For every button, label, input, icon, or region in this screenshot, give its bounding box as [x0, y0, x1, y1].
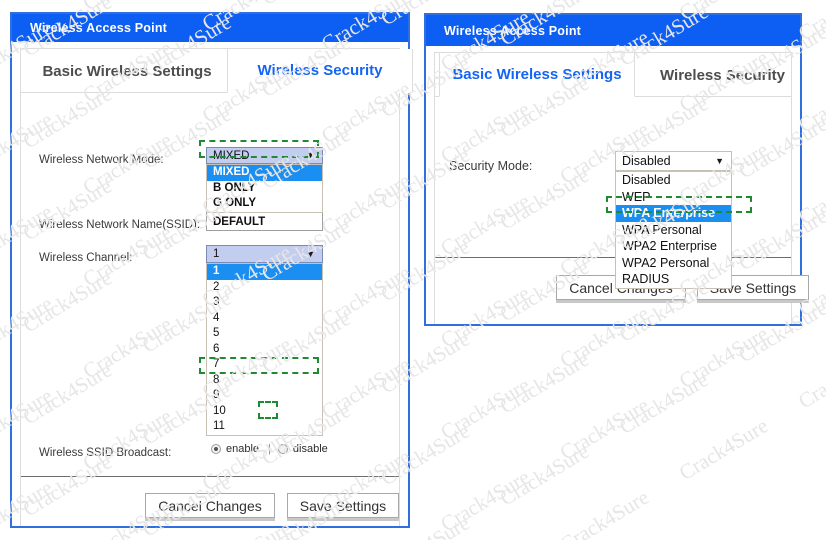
chevron-down-icon-network-mode: ▼ [306, 150, 315, 160]
select-wireless-channel[interactable]: 1 ▼ [206, 245, 323, 263]
wireless-channel-option[interactable]: 8 [207, 373, 322, 389]
radio-ssid-broadcast-enable[interactable] [211, 444, 221, 454]
tab-wireless-security-right[interactable]: Wireless Security [635, 53, 810, 97]
window-body-right: Basic Wireless Settings Wireless Securit… [426, 46, 809, 324]
wireless-access-point-window-right: Wireless Access Point Basic Wireless Set… [424, 13, 809, 326]
window-body-left: Basic Wireless Settings Wireless Securit… [12, 42, 413, 526]
tabbar-left: Basic Wireless Settings Wireless Securit… [21, 49, 413, 93]
select-security-mode-value: Disabled [622, 154, 671, 168]
content-frame-left: Basic Wireless Settings Wireless Securit… [20, 48, 413, 526]
select-wireless-network-mode-value: MIXED [213, 149, 250, 162]
window-titlebar-right: Wireless Access Point [426, 15, 800, 46]
chevron-down-icon-security-mode: ▼ [715, 155, 724, 166]
security-mode-option[interactable]: WPA2 Personal [616, 255, 731, 272]
wireless-channel-option[interactable]: 9 [207, 388, 322, 404]
chevron-down-icon-wireless-channel: ▼ [306, 248, 315, 259]
radio-group-ssid-broadcast: enable | disable [211, 443, 328, 455]
window-title-left: Wireless Access Point [30, 21, 168, 35]
label-wireless-channel: Wireless Channel: [39, 252, 133, 264]
wireless-access-point-window-left: Wireless Access Point Basic Wireless Set… [10, 12, 413, 528]
wireless-channel-option[interactable]: 6 [207, 342, 322, 358]
dropdown-list-security-mode[interactable]: Disabled WEP WPA Enterprise WPA Personal WPA… [615, 171, 732, 289]
label-wireless-ssid-broadcast: Wireless SSID Broadcast: [39, 447, 172, 459]
radio-label-enable: enable [226, 443, 260, 455]
label-security-mode: Security Mode: [449, 159, 533, 173]
footer-divider-left [21, 476, 399, 477]
tab-basic-wireless-settings-left[interactable]: Basic Wireless Settings [27, 49, 227, 93]
wireless-channel-option[interactable]: 10 [207, 404, 322, 420]
window-title-right: Wireless Access Point [444, 23, 582, 38]
security-mode-option[interactable]: WPA2 Enterprise [616, 238, 731, 255]
wireless-channel-option[interactable]: 11 [207, 419, 322, 435]
wireless-channel-option[interactable]: 3 [207, 295, 322, 311]
wireless-network-mode-option[interactable]: G ONLY [207, 196, 322, 212]
security-mode-option[interactable]: RADIUS [616, 271, 731, 288]
wireless-channel-option[interactable]: 2 [207, 280, 322, 296]
content-frame-right: Basic Wireless Settings Wireless Securit… [434, 52, 809, 324]
radio-ssid-broadcast-disable[interactable] [277, 444, 288, 454]
window-titlebar-left: Wireless Access Point [12, 14, 408, 42]
security-mode-option[interactable]: WPA Enterprise [616, 205, 731, 222]
wireless-network-mode-option[interactable]: B ONLY [207, 181, 322, 197]
cancel-changes-button-left[interactable]: Cancel Changes [145, 493, 275, 518]
footer-divider-right [435, 257, 791, 258]
save-settings-button-left[interactable]: Save Settings [287, 493, 399, 518]
radio-separator: | [268, 443, 271, 455]
screenshot-root: Crack4Sure Crack4Sure Crack4SureCrack4Sure… [0, 0, 826, 540]
select-wireless-channel-value: 1 [213, 248, 220, 260]
input-wireless-network-name[interactable]: DEFAULT [206, 212, 323, 231]
wireless-channel-option[interactable]: 1 [207, 264, 322, 280]
dropdown-list-wireless-network-mode[interactable]: MIXED B ONLY G ONLY [206, 164, 323, 213]
select-security-mode[interactable]: Disabled ▼ [615, 151, 732, 171]
label-wireless-network-mode: Wireless Network Mode: [39, 154, 164, 166]
wireless-channel-option[interactable]: 7 [207, 357, 322, 373]
security-mode-option[interactable]: Disabled [616, 172, 731, 189]
tab-wireless-security-left[interactable]: Wireless Security [227, 49, 413, 93]
radio-label-disable: disable [292, 443, 328, 455]
dropdown-list-wireless-channel[interactable]: 1 2 3 4 5 6 7 8 9 10 11 [206, 263, 323, 436]
tab-basic-wireless-settings-right[interactable]: Basic Wireless Settings [439, 53, 635, 97]
wireless-channel-option[interactable]: 5 [207, 326, 322, 342]
wireless-network-mode-option[interactable]: MIXED [207, 165, 322, 181]
tabbar-right: Basic Wireless Settings Wireless Securit… [435, 53, 791, 97]
label-wireless-network-name: Wireless Network Name(SSID): [39, 219, 201, 231]
security-mode-option[interactable]: WEP [616, 189, 731, 206]
security-mode-option[interactable]: WPA Personal [616, 222, 731, 239]
wireless-channel-option[interactable]: 4 [207, 311, 322, 327]
select-wireless-network-mode[interactable]: MIXED ▼ [206, 147, 323, 164]
